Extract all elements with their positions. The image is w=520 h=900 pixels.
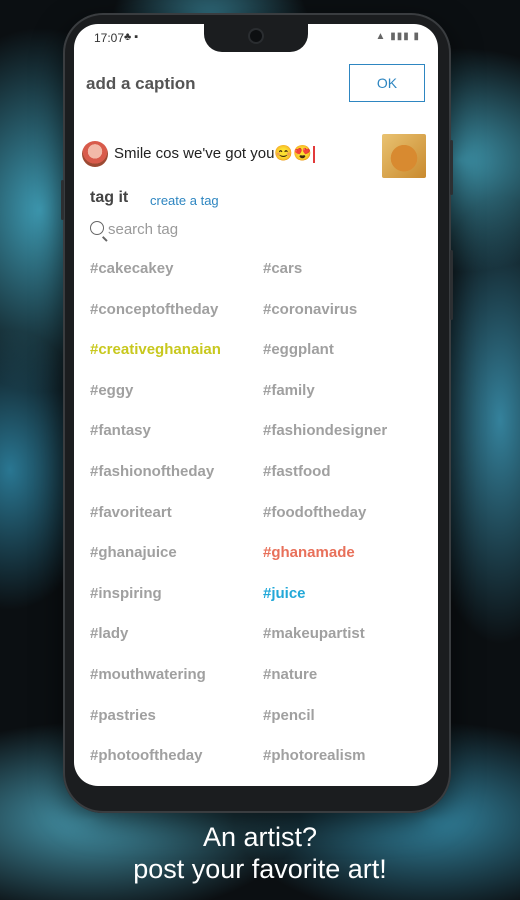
tag-item[interactable]: #fantasy: [90, 422, 151, 439]
front-camera-icon: [250, 30, 262, 42]
app-screen: 17:07 ♣ ▪ ▲ ▮▮▮ ▮ add a caption OK Smile…: [74, 24, 438, 786]
user-avatar: [82, 141, 108, 167]
promo-line-2: post your favorite art!: [133, 854, 387, 884]
promo-line-1: An artist?: [202, 822, 318, 852]
tag-item[interactable]: #makeupartist: [263, 625, 365, 642]
tag-item[interactable]: #photorealism: [263, 747, 366, 764]
tag-item[interactable]: #conceptoftheday: [90, 301, 218, 318]
tag-item[interactable]: #creativeghanaian: [90, 341, 221, 358]
ok-button[interactable]: OK: [349, 64, 425, 102]
tag-item[interactable]: #favoriteart: [90, 504, 172, 521]
create-tag-link[interactable]: create a tag: [150, 193, 219, 208]
tag-item[interactable]: #pencil: [263, 707, 315, 724]
tag-item[interactable]: #juice: [263, 585, 306, 602]
search-icon: [90, 221, 104, 235]
text-cursor: [312, 145, 315, 163]
notification-icons: ♣ ▪: [124, 31, 139, 43]
camera-notch: [204, 24, 308, 52]
caption-text: Smile cos we've got you😊😍: [114, 145, 312, 162]
tag-item[interactable]: #nature: [263, 666, 317, 683]
tag-item[interactable]: #fastfood: [263, 463, 331, 480]
tag-item[interactable]: #cars: [263, 260, 302, 277]
tag-item[interactable]: #coronavirus: [263, 301, 357, 318]
phone-power-button: [450, 140, 453, 195]
tag-item[interactable]: #fashionoftheday: [90, 463, 214, 480]
tag-item[interactable]: #family: [263, 382, 315, 399]
caption-heading: add a caption: [86, 74, 196, 93]
tag-item[interactable]: #fashiondesigner: [263, 422, 387, 439]
artwork-thumbnail[interactable]: [382, 134, 426, 178]
tag-item[interactable]: #lady: [90, 625, 128, 642]
tag-item[interactable]: #ghanajuice: [90, 544, 177, 561]
tag-item[interactable]: #cakecakey: [90, 260, 173, 277]
tag-heading: tag it: [90, 189, 129, 206]
tag-item[interactable]: #ghanamade: [263, 544, 355, 561]
search-tag-input[interactable]: [108, 218, 408, 240]
tag-item[interactable]: #eggy: [90, 382, 133, 399]
tag-item[interactable]: #foodoftheday: [263, 504, 366, 521]
tag-item[interactable]: #photooftheday: [90, 747, 203, 764]
signal-battery-icons: ▲ ▮▮▮ ▮: [375, 31, 420, 42]
caption-input[interactable]: Smile cos we've got you😊😍: [114, 144, 315, 163]
tag-item[interactable]: #eggplant: [263, 341, 334, 358]
tag-item[interactable]: #mouthwatering: [90, 666, 206, 683]
phone-side-button: [61, 180, 64, 220]
tag-item[interactable]: #inspiring: [90, 585, 162, 602]
status-time: 17:07: [94, 31, 125, 45]
phone-volume-button: [450, 250, 453, 320]
tag-item[interactable]: #pastries: [90, 707, 156, 724]
